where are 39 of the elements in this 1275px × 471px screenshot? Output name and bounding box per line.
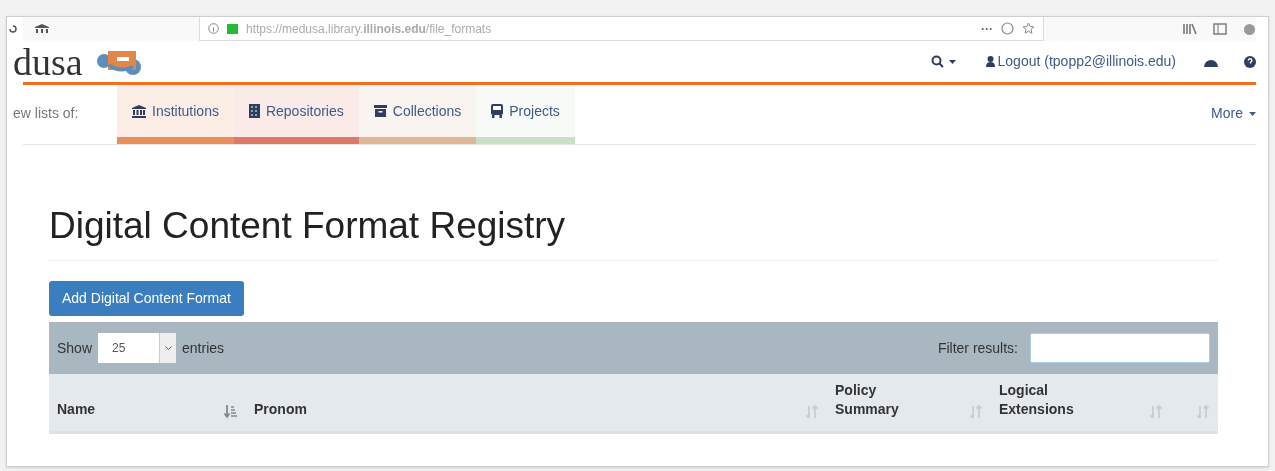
caret-icon[interactable] xyxy=(948,59,956,64)
star-icon[interactable] xyxy=(1022,22,1035,35)
address-bar[interactable]: https://medusa.library.illinois.edu/file_formats ··· xyxy=(199,17,1044,41)
archive-icon xyxy=(373,105,387,117)
help-icon[interactable] xyxy=(1244,55,1256,68)
building-icon xyxy=(248,104,260,118)
page-actions-text[interactable]: ··· xyxy=(981,19,993,38)
column-header[interactable]: Pronom xyxy=(254,400,330,419)
page-size-select[interactable]: 25 xyxy=(98,333,177,363)
back-icon[interactable] xyxy=(9,25,17,33)
lock-icon xyxy=(227,23,238,34)
filter-label: Filter results: xyxy=(937,338,1018,358)
nav-tab[interactable]: Institutions xyxy=(117,85,234,137)
caret-icon xyxy=(1249,111,1256,116)
search-icon[interactable] xyxy=(930,55,944,68)
user-icon xyxy=(985,56,995,67)
entries-label: entries xyxy=(182,338,225,358)
more-menu[interactable]: More xyxy=(1211,103,1256,124)
nav-tab[interactable]: Projects xyxy=(476,85,575,137)
bus-icon xyxy=(491,104,504,118)
url-text: https://medusa.library.illinois.edu/file_formats xyxy=(246,20,492,38)
filter-field[interactable] xyxy=(1030,333,1210,363)
nav-tab[interactable]: Collections xyxy=(358,85,477,137)
library-icon[interactable] xyxy=(1183,23,1197,35)
column-header[interactable]: Policy Summary xyxy=(835,381,911,419)
info-icon[interactable] xyxy=(208,23,219,34)
nav-tab[interactable]: Repositories xyxy=(233,85,359,137)
chevron-icon xyxy=(164,346,172,350)
page-title: Digital Content Format Registry xyxy=(49,207,1218,261)
logout-link[interactable]: Logout (tpopp2@illinois.edu) xyxy=(997,51,1176,72)
show-label: Show xyxy=(57,338,93,358)
sidebar-icon[interactable] xyxy=(1213,23,1227,35)
logo-text[interactable]: dusa xyxy=(13,42,83,81)
add-format-button[interactable]: Add Digital Content Format xyxy=(49,281,244,316)
bank-icon xyxy=(132,104,146,118)
column-header[interactable]: Name xyxy=(57,400,133,419)
column-header[interactable]: Logical Extensions xyxy=(999,381,1075,419)
sort-icon[interactable] xyxy=(224,405,238,419)
nav-label: ew lists of: xyxy=(13,104,80,123)
